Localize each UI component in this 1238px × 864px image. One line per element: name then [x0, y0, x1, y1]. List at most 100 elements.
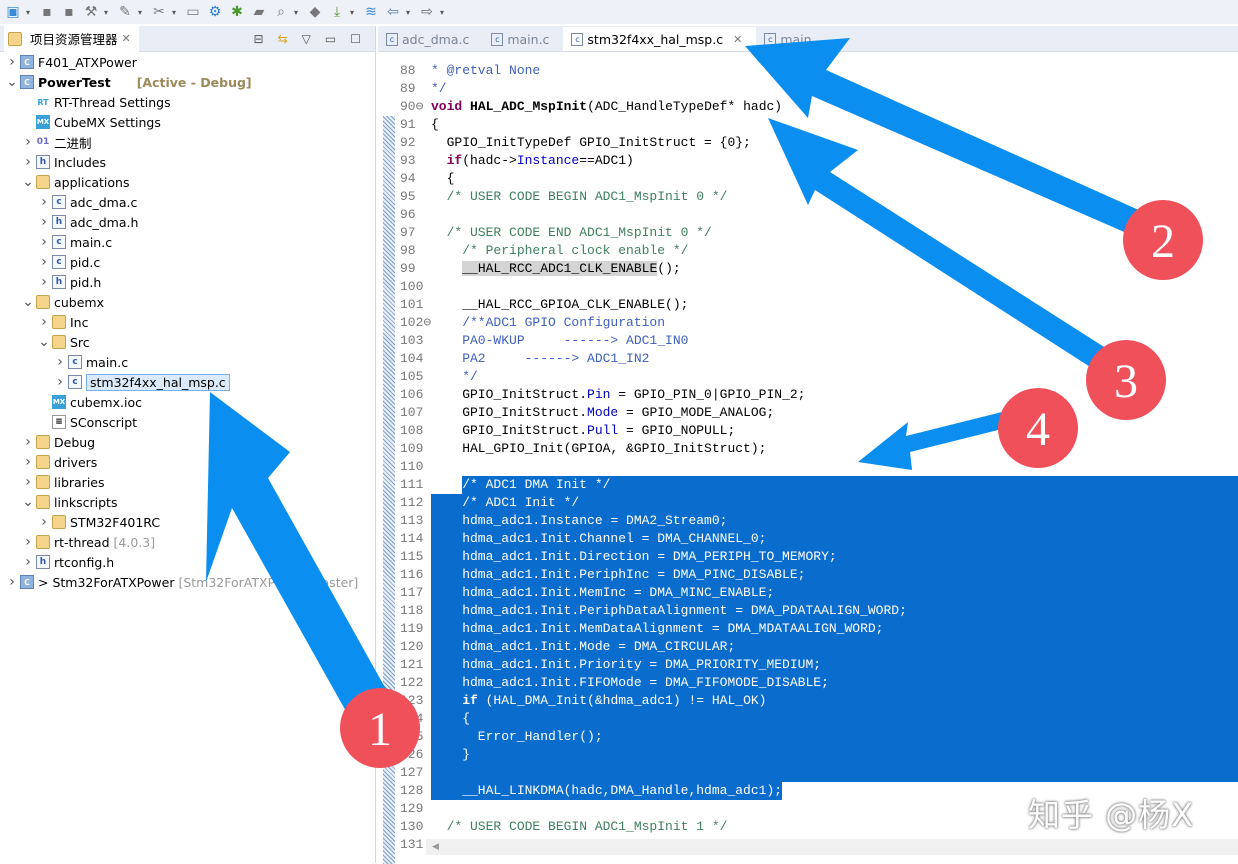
dropdown-arrow-icon[interactable]: ▾ [440, 8, 448, 17]
line-number: 108 [400, 423, 424, 438]
chevron-right-icon[interactable]: › [22, 154, 34, 170]
tree-item[interactable]: ≡ SConscript [38, 412, 137, 432]
save-icon[interactable]: ▪ [38, 3, 56, 21]
download-icon[interactable]: ⤓ [328, 3, 346, 21]
line-number: 102⊖ [400, 315, 432, 330]
tree-item[interactable]: RT RT-Thread Settings [22, 92, 170, 112]
dropdown-arrow-icon[interactable]: ▾ [406, 8, 414, 17]
link-editor-icon[interactable]: ⇆ [278, 32, 288, 46]
dropdown-arrow-icon[interactable]: ▾ [104, 8, 112, 17]
tree-item[interactable]: › C > Stm32ForATXPower [Stm32ForATXPower ma… [6, 572, 358, 592]
tree-item[interactable]: › c stm32f4xx_hal_msp.c [54, 372, 230, 392]
tree-item[interactable]: › c main.c [38, 232, 112, 252]
chevron-right-icon[interactable]: › [38, 194, 50, 210]
tree-item[interactable]: › c adc_dma.c [38, 192, 137, 212]
tree-item[interactable]: › 01 二进制 [22, 132, 91, 152]
tree-item[interactable]: › libraries [22, 472, 104, 492]
chevron-right-icon[interactable]: › [22, 134, 34, 150]
tree-item[interactable]: MX CubeMX Settings [22, 112, 161, 132]
chevron-right-icon[interactable]: › [22, 554, 34, 570]
editor-tab[interactable]: c stm32f4xx_hal_msp.c ✕ [563, 27, 757, 51]
chevron-right-icon[interactable]: › [6, 574, 18, 590]
close-icon[interactable]: ✕ [733, 33, 742, 46]
tree-item[interactable]: ⌄ cubemx [22, 292, 104, 312]
chevron-down-icon[interactable]: ⌄ [22, 174, 34, 190]
chevron-right-icon[interactable]: › [22, 454, 34, 470]
collapse-all-icon[interactable]: ⊟ [254, 32, 264, 46]
tree-item-label: applications [54, 174, 130, 190]
code-token: = GPIO_NOPULL; [618, 423, 736, 438]
tree-item[interactable]: › STM32F401RC [38, 512, 160, 532]
chevron-right-icon[interactable]: › [22, 474, 34, 490]
close-icon[interactable]: ✕ [122, 32, 131, 45]
dropdown-arrow-icon[interactable]: ▾ [172, 8, 180, 17]
editor-tab[interactable]: c main.c [483, 27, 563, 51]
code-line: 92 GPIO_InitTypeDef GPIO_InitStruct = {0… [378, 134, 1238, 152]
editor-tab[interactable]: c adc_dma.c [378, 27, 483, 51]
bookmark-icon[interactable]: ◆ [306, 3, 324, 21]
chevron-right-icon[interactable]: › [22, 534, 34, 550]
back-arrow-icon[interactable]: ⇦ [384, 3, 402, 21]
chevron-right-icon[interactable]: › [38, 254, 50, 270]
tree-item[interactable]: › h rtconfig.h [22, 552, 114, 572]
debug-bug-icon[interactable]: ✱ [228, 3, 246, 21]
chevron-right-icon[interactable]: › [38, 214, 50, 230]
build-icon[interactable]: ⚒ [82, 3, 100, 21]
chevron-right-icon[interactable]: › [38, 514, 50, 530]
tree-item[interactable]: › C F401_ATXPower [6, 52, 137, 72]
chevron-right-icon[interactable]: › [38, 274, 50, 290]
chevron-down-icon[interactable]: ⌄ [22, 294, 34, 310]
new-project-icon[interactable]: ▣ [4, 3, 22, 21]
chevron-right-icon[interactable]: › [54, 374, 66, 390]
layers-icon[interactable]: ≋ [362, 3, 380, 21]
explorer-header: 项目资源管理器 ✕ ⊟ ⇆ ▽ ▭ ☐ [0, 25, 375, 52]
tree-item[interactable]: ⌄ Src [38, 332, 90, 352]
dropdown-arrow-icon[interactable]: ▾ [26, 8, 34, 17]
gear-icon[interactable]: ⚙ [206, 3, 224, 21]
project-explorer-icon [8, 31, 22, 46]
chevron-right-icon[interactable]: › [38, 234, 50, 250]
open-folder-icon[interactable]: ▰ [250, 3, 268, 21]
maximize-icon[interactable]: ☐ [350, 32, 361, 46]
editor-tab-label: main.c [507, 31, 550, 47]
code-token: hdma_adc1.Init.Direction = DMA_PERIPH_TO… [431, 549, 837, 564]
minimize-icon[interactable]: ▭ [325, 32, 336, 46]
tree-item[interactable]: › Inc [38, 312, 88, 332]
tree-item[interactable]: › drivers [22, 452, 97, 472]
tab-project-explorer[interactable]: 项目资源管理器 ✕ [4, 25, 139, 52]
cfile-icon: c [52, 255, 66, 269]
build-tools-icon[interactable]: ✎ [116, 3, 134, 21]
tree-item-decoration: [Stm32ForATXPower master] [178, 574, 359, 590]
chevron-right-icon[interactable]: › [38, 314, 50, 330]
save-all-icon[interactable]: ▪ [60, 3, 78, 21]
tree-item[interactable]: › h Includes [22, 152, 106, 172]
chevron-right-icon[interactable]: › [54, 354, 66, 370]
tree-item[interactable]: › h adc_dma.h [38, 212, 138, 232]
dropdown-arrow-icon[interactable]: ▾ [294, 8, 302, 17]
forward-arrow-icon[interactable]: ⇨ [418, 3, 436, 21]
tree-item[interactable]: › c main.c [54, 352, 128, 372]
tree-item[interactable]: › h pid.h [38, 272, 101, 292]
chevron-down-icon[interactable]: ⌄ [6, 74, 18, 90]
chevron-right-icon[interactable]: › [6, 54, 18, 70]
tree-item[interactable]: › c pid.c [38, 252, 100, 272]
chevron-down-icon[interactable]: ⌄ [22, 494, 34, 510]
tree-item[interactable]: › Debug [22, 432, 95, 452]
tree-item[interactable]: › rt-thread [4.0.3] [22, 532, 155, 552]
editor-tab[interactable]: c main [756, 27, 825, 51]
view-menu-icon[interactable]: ▽ [302, 32, 311, 46]
search-icon[interactable]: ⌕ [272, 3, 290, 21]
tree-item[interactable]: MX cubemx.ioc [38, 392, 142, 412]
monitor-icon[interactable]: ▭ [184, 3, 202, 21]
chevron-down-icon[interactable]: ⌄ [38, 334, 50, 350]
cfile-icon: c [52, 195, 66, 209]
tree-item-label: pid.c [70, 254, 101, 270]
dropdown-arrow-icon[interactable]: ▾ [138, 8, 146, 17]
horizontal-scrollbar[interactable]: ◀ [426, 839, 1238, 855]
dropdown-arrow-icon[interactable]: ▾ [350, 8, 358, 17]
tree-item[interactable]: ⌄ linkscripts [22, 492, 117, 512]
settings-tools-icon[interactable]: ✂ [150, 3, 168, 21]
tree-item[interactable]: ⌄ applications [22, 172, 129, 192]
chevron-right-icon[interactable]: › [22, 434, 34, 450]
tree-item[interactable]: ⌄ C PowerTest [Active - Debug] [6, 72, 252, 92]
